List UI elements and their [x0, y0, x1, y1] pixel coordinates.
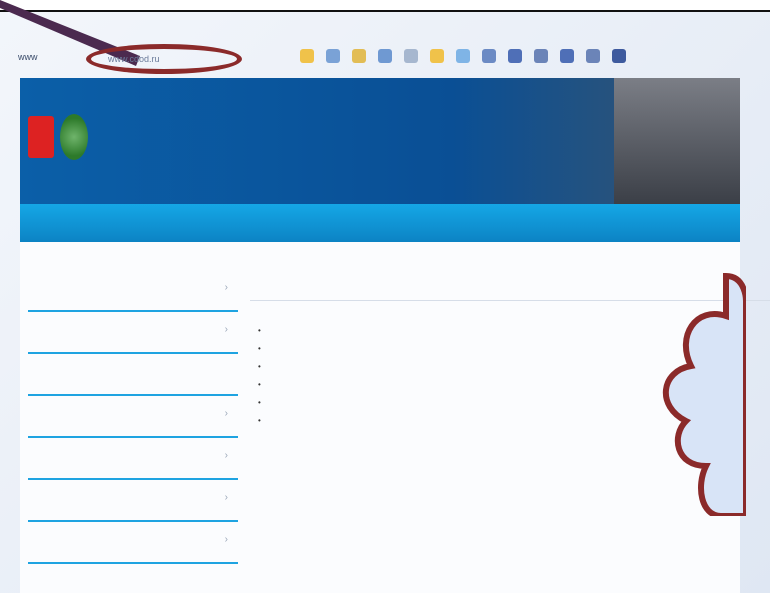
page-frame: www www.cdod.ru › › › › › › • • • • • •	[0, 0, 770, 593]
forward-icon[interactable]	[352, 49, 366, 63]
print-icon[interactable]	[430, 49, 444, 63]
sidebar-item-7[interactable]: ›	[28, 522, 238, 564]
page-icon[interactable]	[300, 49, 314, 63]
bookmark-icon[interactable]	[534, 49, 548, 63]
thought-cloud	[663, 272, 746, 516]
list-bullet: •	[258, 326, 261, 335]
sidebar: › › › › › ›	[28, 270, 238, 564]
home-icon[interactable]	[404, 49, 418, 63]
sidebar-item-6[interactable]: ›	[28, 480, 238, 522]
list-bullet: •	[258, 344, 261, 353]
chevron-right-icon: ›	[224, 534, 228, 545]
banner-photo	[614, 78, 740, 204]
address-highlight-oval	[86, 44, 242, 74]
content-area: › › › › › › • • • • • •	[20, 242, 770, 593]
search-icon[interactable]	[482, 49, 496, 63]
sidebar-item-1[interactable]: ›	[28, 270, 238, 312]
site-banner	[20, 78, 740, 204]
sidebar-item-2[interactable]: ›	[28, 312, 238, 354]
zoom-in-icon[interactable]	[560, 49, 574, 63]
chevron-right-icon: ›	[224, 450, 228, 461]
list-bullet: •	[258, 398, 261, 407]
flag-icon	[28, 116, 54, 158]
chevron-right-icon: ›	[224, 408, 228, 419]
sidebar-item-4[interactable]: ›	[28, 396, 238, 438]
toolbar-left-label: www	[18, 52, 38, 62]
sidebar-item-5[interactable]: ›	[28, 438, 238, 480]
emblem-icon	[60, 114, 88, 160]
list-bullet: •	[258, 416, 261, 425]
star-icon[interactable]	[456, 49, 470, 63]
list-bullet: •	[258, 380, 261, 389]
chevron-right-icon: ›	[224, 324, 228, 335]
reload-icon[interactable]	[378, 49, 392, 63]
tools-icon[interactable]	[508, 49, 522, 63]
settings-icon[interactable]	[612, 49, 626, 63]
sidebar-item-3[interactable]	[28, 354, 238, 396]
list-bullet: •	[258, 362, 261, 371]
chevron-right-icon: ›	[224, 282, 228, 293]
back-icon[interactable]	[326, 49, 340, 63]
main-nav	[20, 204, 740, 242]
chevron-right-icon: ›	[224, 492, 228, 503]
zoom-out-icon[interactable]	[586, 49, 600, 63]
